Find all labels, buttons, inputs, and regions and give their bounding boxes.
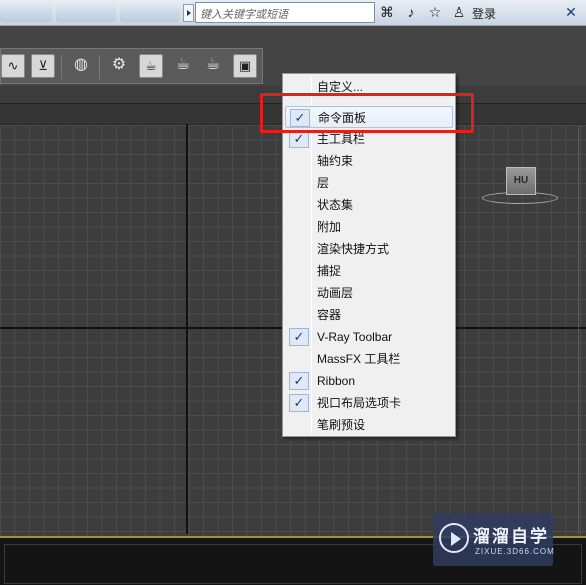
- teapot-active-icon[interactable]: ☕: [171, 54, 195, 78]
- menu-item-label: 附加: [317, 220, 342, 234]
- menu-item[interactable]: 状态集: [285, 194, 453, 216]
- play-logo-icon: [439, 523, 469, 553]
- menu-item-label: 捕捉: [317, 264, 342, 278]
- schematic-view-icon[interactable]: ⊻: [31, 54, 55, 78]
- render-setup-icon[interactable]: ⚙: [107, 54, 131, 78]
- menu-item-label: 层: [317, 176, 330, 190]
- subscription-icon[interactable]: ♪: [402, 3, 420, 21]
- menu-item[interactable]: ✓ V-Ray Toolbar: [285, 326, 453, 348]
- menu-item-label: 容器: [317, 308, 342, 322]
- menu-item[interactable]: ✓ 视口布局选项卡: [285, 392, 453, 414]
- menu-item-label: 轴约束: [317, 154, 354, 168]
- menu-item-label: 笔刷预设: [317, 418, 366, 432]
- menu-item[interactable]: ✓ Ribbon: [285, 370, 453, 392]
- watermark: 溜溜自学 ZIXUE.3D66.COM: [433, 514, 555, 566]
- title-tab[interactable]: [0, 4, 52, 22]
- menu-item[interactable]: 动画层: [285, 282, 453, 304]
- menu-item-label: 动画层: [317, 286, 354, 300]
- app-window: 键入关键字或短语 ⌘ ♪ ☆ ♙ 登录 ✕ ∿ ⊻ ◍ ⚙ ☕ ☕ ☕ ▣ HU: [0, 0, 586, 585]
- menu-item-label: MassFX 工具栏: [317, 352, 401, 366]
- toolbar-separator: [99, 55, 100, 79]
- highlight-annotation: [260, 93, 474, 133]
- curve-editor-icon[interactable]: ∿: [1, 54, 25, 78]
- watermark-subtitle: ZIXUE.3D66.COM: [475, 547, 555, 556]
- menu-item[interactable]: MassFX 工具栏: [285, 348, 453, 370]
- menu-item-label: 渲染快捷方式: [317, 242, 390, 256]
- menu-item[interactable]: 捕捉: [285, 260, 453, 282]
- menu-item[interactable]: 笔刷预设: [285, 414, 453, 436]
- menu-item-label: 视口布局选项卡: [317, 396, 402, 410]
- viewcube[interactable]: HU: [506, 167, 536, 195]
- title-bar: 键入关键字或短语 ⌘ ♪ ☆ ♙ 登录 ✕: [0, 0, 586, 26]
- checkmark-icon: ✓: [289, 328, 309, 346]
- teapot-render-icon[interactable]: ☕: [139, 54, 163, 78]
- menu-item[interactable]: 轴约束: [285, 150, 453, 172]
- watermark-title: 溜溜自学: [473, 527, 549, 546]
- menu-item[interactable]: 容器: [285, 304, 453, 326]
- binoculars-icon[interactable]: ⌘: [378, 3, 396, 21]
- viewport-edge: [578, 126, 586, 534]
- menu-item-label: Ribbon: [317, 374, 356, 388]
- grid-axis-vertical: [186, 124, 188, 534]
- user-icon[interactable]: ♙: [450, 3, 468, 21]
- menu-item[interactable]: 渲染快捷方式: [285, 238, 453, 260]
- menu-item[interactable]: 层: [285, 172, 453, 194]
- toolbar-separator: [61, 55, 62, 79]
- title-tab[interactable]: [120, 4, 180, 22]
- close-icon[interactable]: ✕: [556, 2, 586, 22]
- menu-item-label: 状态集: [317, 198, 354, 212]
- render-image-icon[interactable]: ▣: [233, 54, 257, 78]
- checkmark-icon: ✓: [289, 394, 309, 412]
- checkmark-icon: ✓: [289, 372, 309, 390]
- search-input[interactable]: 键入关键字或短语: [195, 2, 375, 23]
- material-editor-icon[interactable]: ◍: [69, 54, 93, 78]
- teapot-iterative-icon[interactable]: ☕: [201, 54, 225, 78]
- menu-item[interactable]: 附加: [285, 216, 453, 238]
- title-tab[interactable]: [56, 4, 116, 22]
- render-toolstrip: ∿ ⊻ ◍ ⚙ ☕ ☕ ☕ ▣: [0, 48, 263, 84]
- search-expand-arrow[interactable]: [183, 4, 194, 22]
- login-link[interactable]: 登录: [472, 5, 496, 22]
- menu-item-label: V-Ray Toolbar: [317, 330, 393, 344]
- star-icon[interactable]: ☆: [426, 3, 444, 21]
